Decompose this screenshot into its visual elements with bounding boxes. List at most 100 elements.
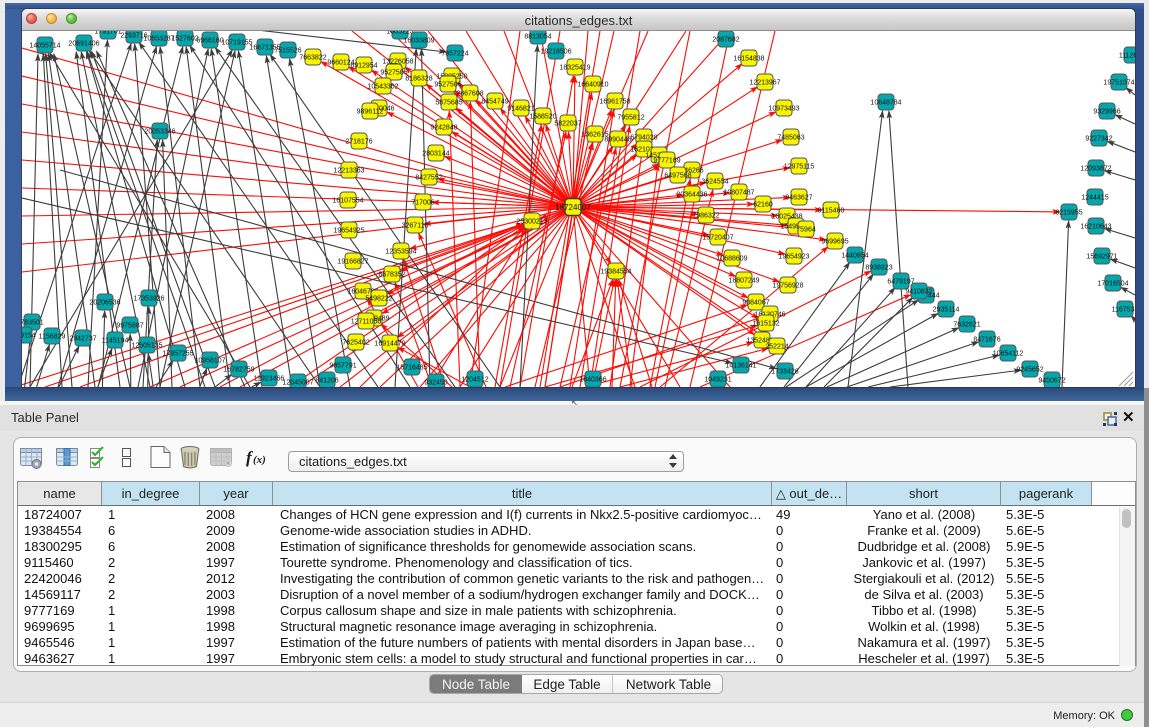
- svg-text:(x): (x): [253, 454, 266, 466]
- svg-text:1112644: 1112644: [1119, 53, 1135, 60]
- svg-text:2935114: 2935114: [933, 307, 960, 314]
- svg-text:9857791: 9857791: [329, 363, 356, 370]
- svg-text:10648784: 10648784: [870, 100, 901, 107]
- svg-text:1527602: 1527602: [171, 36, 198, 43]
- svg-text:7625402: 7625402: [342, 340, 369, 347]
- svg-text:7986322: 7986322: [692, 213, 719, 220]
- svg-text:19654923: 19654923: [778, 254, 809, 261]
- svg-text:9329966: 9329966: [1093, 109, 1120, 116]
- svg-text:1204512: 1204512: [461, 377, 488, 384]
- svg-text:16033809: 16033809: [403, 38, 434, 45]
- svg-text:2087682: 2087682: [712, 37, 739, 44]
- svg-text:16210643: 16210643: [1080, 224, 1111, 231]
- svg-text:1840366: 1840366: [579, 377, 606, 384]
- svg-text:19756928: 19756928: [772, 283, 803, 290]
- svg-text:10719155: 10719155: [221, 40, 252, 47]
- svg-text:5875685: 5875685: [435, 100, 462, 107]
- svg-text:18724007: 18724007: [555, 203, 591, 212]
- svg-text:16154838: 16154838: [733, 56, 764, 63]
- svg-text:20364436: 20364436: [676, 192, 707, 199]
- svg-text:1615132: 1615132: [752, 321, 779, 328]
- svg-text:7632621: 7632621: [953, 322, 980, 329]
- svg-text:15692971: 15692971: [1086, 254, 1117, 261]
- svg-text:8912954: 8912954: [350, 63, 377, 70]
- svg-text:1791701: 1791701: [94, 31, 121, 36]
- svg-text:1733426: 1733426: [771, 369, 798, 376]
- svg-text:2803144: 2803144: [422, 151, 449, 158]
- svg-text:12213967: 12213967: [749, 80, 780, 87]
- svg-text:252214: 252214: [765, 344, 788, 351]
- svg-text:9450672: 9450672: [1038, 378, 1065, 385]
- svg-text:1156829: 1156829: [39, 334, 66, 341]
- svg-text:11923466: 11923466: [254, 376, 285, 383]
- svg-text:19384554: 19384554: [600, 269, 631, 276]
- svg-text:841206: 841206: [315, 378, 338, 385]
- svg-text:1145194: 1145194: [102, 338, 129, 345]
- svg-text:8215955: 8215955: [1055, 210, 1082, 217]
- svg-text:12213363: 12213363: [333, 168, 364, 175]
- svg-text:7485063: 7485063: [777, 135, 804, 142]
- svg-text:8813054: 8813054: [524, 34, 551, 41]
- svg-text:783501: 783501: [22, 320, 44, 327]
- svg-text:20053346: 20053346: [144, 129, 175, 136]
- svg-text:7955812: 7955812: [617, 115, 644, 122]
- svg-text:9699695: 9699695: [821, 239, 848, 246]
- svg-text:12045007: 12045007: [282, 380, 313, 387]
- svg-text:19751074: 19751074: [1103, 80, 1134, 87]
- svg-text:9227342: 9227342: [1085, 136, 1112, 143]
- svg-text:12353594: 12353594: [385, 249, 416, 256]
- svg-text:5822037: 5822037: [554, 121, 581, 128]
- svg-text:9410832: 9410832: [905, 289, 932, 296]
- svg-text:9146821: 9146821: [507, 106, 534, 113]
- svg-text:12093872: 12093872: [1080, 166, 1111, 173]
- svg-text:8454749: 8454749: [481, 99, 508, 106]
- svg-text:18325419: 18325419: [559, 65, 590, 72]
- svg-text:25300213: 25300213: [516, 219, 547, 226]
- svg-text:1244415: 1244415: [1081, 195, 1108, 202]
- svg-text:20691406: 20691406: [68, 41, 99, 48]
- svg-text:9777169: 9777169: [653, 158, 680, 165]
- svg-text:932450: 932450: [424, 380, 447, 387]
- svg-text:20206536: 20206536: [89, 300, 120, 307]
- svg-text:6794028: 6794028: [630, 135, 657, 142]
- svg-text:12975115: 12975115: [784, 164, 815, 171]
- svg-text:9527505: 9527505: [380, 70, 407, 77]
- svg-text:16107554: 16107554: [332, 198, 363, 205]
- svg-text:15716485: 15716485: [396, 365, 427, 372]
- svg-text:16640910: 16640910: [577, 82, 608, 89]
- svg-text:10807487: 10807487: [723, 190, 754, 197]
- svg-text:17016504: 17016504: [1097, 281, 1128, 288]
- svg-text:9245652: 9245652: [1016, 367, 1043, 374]
- svg-text:1588520: 1588520: [529, 114, 556, 121]
- svg-text:8678352: 8678352: [378, 272, 405, 279]
- svg-text:12505135: 12505135: [131, 343, 162, 350]
- svg-text:9896112: 9896112: [357, 109, 384, 116]
- svg-text:10543362: 10543362: [367, 84, 398, 91]
- svg-text:17957255: 17957255: [162, 351, 193, 358]
- svg-text:10654112: 10654112: [993, 351, 1024, 358]
- svg-text:14055714: 14055714: [29, 43, 60, 50]
- svg-text:2867608: 2867608: [456, 91, 483, 98]
- svg-text:9115460: 9115460: [818, 208, 845, 215]
- svg-text:19654925: 19654925: [333, 228, 364, 235]
- svg-text:6966160: 6966160: [196, 38, 223, 45]
- svg-text:2942737: 2942737: [69, 336, 96, 343]
- svg-text:9242848: 9242848: [430, 125, 457, 132]
- svg-text:8990448: 8990448: [604, 137, 631, 144]
- svg-text:75964: 75964: [796, 227, 816, 234]
- svg-text:62160: 62160: [753, 202, 773, 209]
- svg-text:16914479: 16914479: [374, 341, 405, 348]
- svg-text:7663822: 7663822: [299, 55, 326, 62]
- svg-text:1605223: 1605223: [386, 31, 413, 36]
- svg-text:1440954: 1440954: [841, 253, 868, 260]
- svg-text:7515526: 7515526: [274, 48, 301, 55]
- svg-text:9463627: 9463627: [785, 195, 812, 202]
- svg-text:19218506: 19218506: [540, 49, 571, 56]
- svg-text:9084067: 9084067: [742, 300, 769, 307]
- svg-text:9975887: 9975887: [116, 323, 143, 330]
- svg-text:8186328: 8186328: [405, 76, 432, 83]
- svg-text:1167533: 1167533: [1112, 307, 1135, 314]
- svg-text:12711056: 12711056: [351, 319, 382, 326]
- svg-text:15720407: 15720407: [702, 235, 733, 242]
- svg-text:8938923: 8938923: [865, 265, 892, 272]
